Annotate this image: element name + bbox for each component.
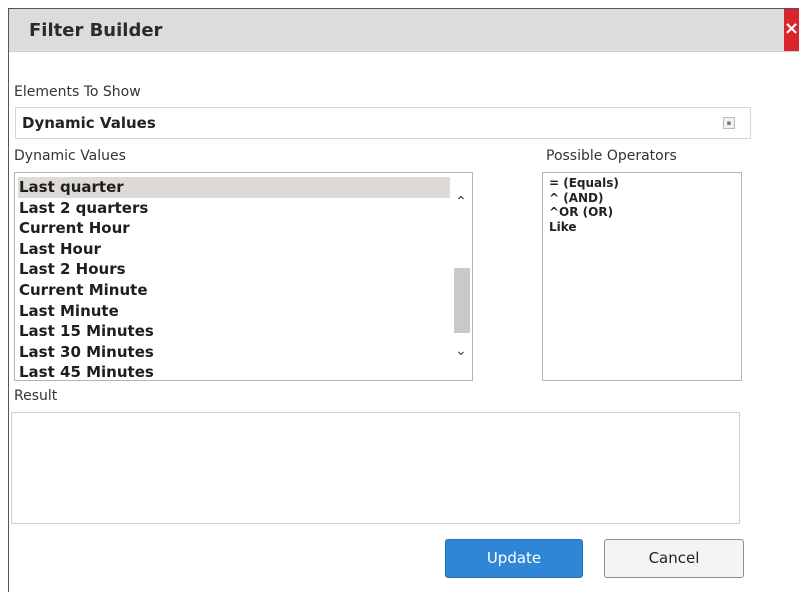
dynamic-value-item[interactable]: Last Minute [18,301,450,322]
dynamic-value-item[interactable]: Last quarter [18,177,450,198]
close-button[interactable]: × [784,9,799,51]
dialog-title: Filter Builder [29,20,163,41]
scroll-down-icon[interactable]: ⌄ [452,342,470,360]
listbox-scrollbar[interactable]: ⌃ ⌄ [450,173,472,380]
scrollbar-thumb[interactable] [454,268,470,333]
dynamic-value-item[interactable]: Last 2 Hours [18,259,450,280]
dynamic-value-item[interactable]: Last 45 Minutes [18,362,450,380]
result-textarea[interactable] [11,412,740,524]
update-button[interactable]: Update [445,539,583,578]
result-label: Result [14,388,58,404]
cancel-button[interactable]: Cancel [604,539,744,578]
dropdown-arrow-icon[interactable]: ▪ [723,117,735,129]
dynamic-values-label: Dynamic Values [14,148,126,164]
dynamic-value-item[interactable]: Last 30 Minutes [18,342,450,363]
dynamic-value-item[interactable]: Current Hour [18,218,450,239]
filter-builder-dialog: Filter Builder × Elements To Show Dynami… [8,8,799,592]
dynamic-value-item[interactable]: Last Hour [18,239,450,260]
operator-item[interactable]: ^ (AND) [549,191,619,206]
possible-operators-listbox[interactable]: = (Equals) ^ (AND) ^OR (OR) Like [542,172,742,381]
dynamic-values-list: Last quarter Last 2 quarters Current Hour L… [18,177,450,380]
possible-operators-label: Possible Operators [546,148,677,164]
elements-to-show-value: Dynamic Values [22,114,156,132]
elements-to-show-label: Elements To Show [14,84,141,100]
possible-operators-list: = (Equals) ^ (AND) ^OR (OR) Like [549,176,619,234]
dynamic-value-item[interactable]: Last 2 quarters [18,198,450,219]
dynamic-values-listbox[interactable]: Last quarter Last 2 quarters Current Hour L… [14,172,473,381]
dynamic-value-item[interactable]: Last 15 Minutes [18,321,450,342]
operator-item[interactable]: ^OR (OR) [549,205,619,220]
operator-item[interactable]: Like [549,220,619,235]
dialog-titlebar: Filter Builder × [9,9,799,52]
scroll-up-icon[interactable]: ⌃ [452,193,470,211]
operator-item[interactable]: = (Equals) [549,176,619,191]
dynamic-value-item[interactable]: Current Minute [18,280,450,301]
elements-to-show-select[interactable]: Dynamic Values ▪ [15,107,751,139]
